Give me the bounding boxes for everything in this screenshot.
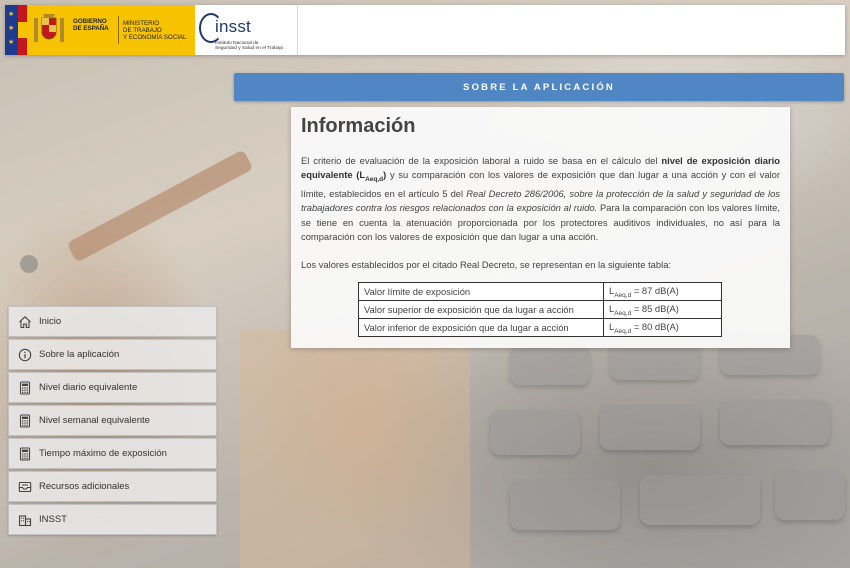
menu-item-label: Inicio xyxy=(39,316,62,327)
menu-item-label: Nivel semanal equivalente xyxy=(39,415,150,426)
sidebar-menu: Inicio Sobre la aplicación Nivel diario … xyxy=(8,306,217,537)
menu-item-recursos-adicionales[interactable]: Recursos adicionales xyxy=(8,471,217,502)
table-intro-paragraph: Los valores establecidos por el citado R… xyxy=(301,259,672,271)
government-logo[interactable]: ★ ★ ★ GOBIERNO DE ESPAÑA MINISTERIO DE TRA… xyxy=(5,5,195,55)
menu-item-label: Sobre la aplicación xyxy=(39,349,120,360)
eu-flag-strip: ★ ★ ★ xyxy=(5,5,18,55)
government-name: GOBIERNO DE ESPAÑA xyxy=(73,18,109,32)
building-icon xyxy=(18,513,32,527)
table-row: Valor límite de exposición LAeq,d = 87 d… xyxy=(358,282,722,302)
insst-wordmark: insst xyxy=(215,17,251,36)
info-icon xyxy=(18,348,32,362)
exposure-limits-table: Valor límite de exposición LAeq,d = 87 d… xyxy=(358,282,722,338)
table-cell-value: LAeq,d = 80 dB(A) xyxy=(603,318,722,338)
menu-item-tiempo-maximo[interactable]: Tiempo máximo de exposición xyxy=(8,438,217,469)
calculator-icon xyxy=(18,380,32,395)
ministry-name: MINISTERIO DE TRABAJO Y ECONOMÍA SOCIAL xyxy=(123,20,187,41)
menu-item-insst[interactable]: INSST xyxy=(8,504,217,535)
table-cell-value: LAeq,d = 87 dB(A) xyxy=(603,282,722,302)
home-icon xyxy=(18,315,32,329)
section-title-bar: SOBRE LA APLICACIÓN xyxy=(234,73,844,101)
calculator-icon xyxy=(18,413,32,428)
inbox-icon xyxy=(18,480,32,494)
intro-paragraph: El criterio de evaluación de la exposici… xyxy=(301,155,780,242)
header-separator xyxy=(297,5,298,55)
coat-of-arms-icon xyxy=(34,14,64,42)
calculator-icon xyxy=(18,446,32,461)
menu-item-label: INSST xyxy=(39,514,67,525)
menu-item-label: Nivel diario equivalente xyxy=(39,382,138,393)
insst-logo[interactable]: insst Instituto Nacional de Seguridad y … xyxy=(199,11,297,51)
spain-flag-red-top xyxy=(18,5,27,22)
menu-item-label: Recursos adicionales xyxy=(39,481,130,492)
spain-flag-red-bottom xyxy=(18,38,27,55)
menu-item-inicio[interactable]: Inicio xyxy=(8,306,217,337)
table-row: Valor superior de exposición que da luga… xyxy=(358,300,722,320)
menu-item-sobre-la-aplicacion[interactable]: Sobre la aplicación xyxy=(8,339,217,370)
table-cell-value: LAeq,d = 85 dB(A) xyxy=(603,300,722,320)
menu-item-label: Tiempo máximo de exposición xyxy=(39,448,167,459)
info-card: Información El criterio de evaluación de… xyxy=(291,107,790,348)
table-cell-label: Valor superior de exposición que da luga… xyxy=(358,300,604,320)
table-row: Valor inferior de exposición que da luga… xyxy=(358,318,722,338)
menu-item-nivel-diario[interactable]: Nivel diario equivalente xyxy=(8,372,217,403)
insst-full-name: Instituto Nacional de Seguridad y Salud … xyxy=(215,41,284,52)
page-title: Información xyxy=(301,115,416,137)
logo-separator xyxy=(118,16,119,44)
table-cell-label: Valor inferior de exposición que da luga… xyxy=(358,318,604,338)
site-header: ★ ★ ★ GOBIERNO DE ESPAÑA MINISTERIO DE TRA… xyxy=(5,5,845,55)
table-cell-label: Valor límite de exposición xyxy=(358,282,604,302)
menu-item-nivel-semanal[interactable]: Nivel semanal equivalente xyxy=(8,405,217,436)
